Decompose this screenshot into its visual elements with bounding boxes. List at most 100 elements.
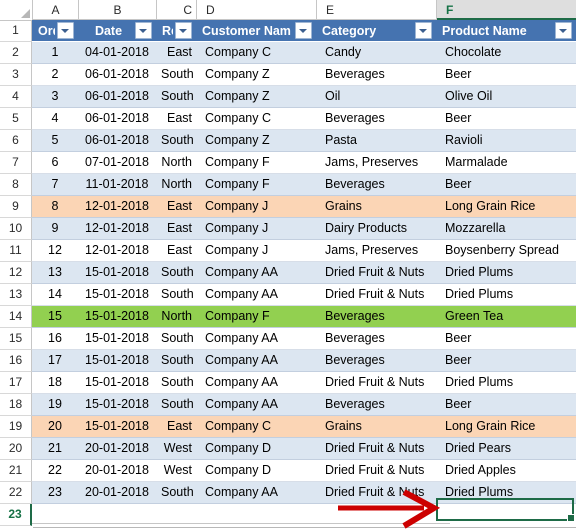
cell-category[interactable]: Dried Fruit & Nuts bbox=[316, 372, 436, 394]
table-row[interactable]: 10 9 12-01-2018 East Company J Dairy Products… bbox=[0, 218, 576, 240]
cell-region[interactable]: East bbox=[156, 240, 196, 262]
cell-region[interactable]: South bbox=[156, 130, 196, 152]
cell-date[interactable]: 06-01-2018 bbox=[78, 86, 156, 108]
row-header-15[interactable]: 15 bbox=[0, 328, 32, 350]
cell-order[interactable]: 23 bbox=[32, 482, 78, 504]
cell-region[interactable]: East bbox=[156, 196, 196, 218]
cell-order[interactable]: 19 bbox=[32, 394, 78, 416]
filter-dropdown-icon-customer-name[interactable] bbox=[295, 22, 312, 39]
table-row[interactable]: 16 17 15-01-2018 South Company AA Beverages Be… bbox=[0, 350, 576, 372]
cell-date[interactable]: 07-01-2018 bbox=[78, 152, 156, 174]
cell-region[interactable]: South bbox=[156, 64, 196, 86]
cell-region[interactable]: South bbox=[156, 262, 196, 284]
row-header-11[interactable]: 11 bbox=[0, 240, 32, 262]
cell-order[interactable]: 16 bbox=[32, 328, 78, 350]
cell-date[interactable]: 12-01-2018 bbox=[78, 218, 156, 240]
cell-product-name[interactable]: Long Grain Rice bbox=[436, 416, 576, 438]
cell-region[interactable]: South bbox=[156, 284, 196, 306]
cell-customer-name[interactable]: Company Z bbox=[196, 130, 316, 152]
cell-product-name[interactable] bbox=[436, 504, 576, 526]
cell-order[interactable]: 18 bbox=[32, 372, 78, 394]
cell-region[interactable]: South bbox=[156, 350, 196, 372]
cell-product-name[interactable]: Beer bbox=[436, 328, 576, 350]
cell-customer-name[interactable]: Company C bbox=[196, 42, 316, 64]
cell-product-name[interactable]: Beer bbox=[436, 350, 576, 372]
column-header-e[interactable]: E bbox=[317, 0, 437, 20]
cell-customer-name[interactable]: Company F bbox=[196, 306, 316, 328]
table-row[interactable]: 8 7 11-01-2018 North Company F Beverages Beer bbox=[0, 174, 576, 196]
cell-order[interactable]: 6 bbox=[32, 152, 78, 174]
table-row[interactable]: 20 21 20-01-2018 West Company D Dried Fruit &… bbox=[0, 438, 576, 460]
table-row[interactable]: 3 2 06-01-2018 South Company Z Beverages Beer bbox=[0, 64, 576, 86]
row-header-3[interactable]: 3 bbox=[0, 64, 32, 86]
cell-date[interactable]: 20-01-2018 bbox=[78, 438, 156, 460]
cell-region[interactable]: North bbox=[156, 152, 196, 174]
row-header-2[interactable]: 2 bbox=[0, 42, 32, 64]
cell-customer-name[interactable]: Company AA bbox=[196, 262, 316, 284]
cell-product-name[interactable]: Dried Plums bbox=[436, 482, 576, 504]
row-header-7[interactable]: 7 bbox=[0, 152, 32, 174]
cell-order[interactable]: 13 bbox=[32, 262, 78, 284]
table-row[interactable]: 12 13 15-01-2018 South Company AA Dried Fruit… bbox=[0, 262, 576, 284]
cell-category[interactable]: Dried Fruit & Nuts bbox=[316, 460, 436, 482]
cell-product-name[interactable]: Marmalade bbox=[436, 152, 576, 174]
filter-dropdown-icon-order[interactable] bbox=[57, 22, 74, 39]
row-header-1[interactable]: 1 bbox=[0, 20, 32, 42]
cell-order[interactable]: 21 bbox=[32, 438, 78, 460]
table-row[interactable]: 17 18 15-01-2018 South Company AA Dried Fruit… bbox=[0, 372, 576, 394]
cell-region[interactable]: West bbox=[156, 438, 196, 460]
cell-order[interactable]: 1 bbox=[32, 42, 78, 64]
cell-date[interactable]: 15-01-2018 bbox=[78, 416, 156, 438]
table-row[interactable]: 13 14 15-01-2018 South Company AA Dried Fruit… bbox=[0, 284, 576, 306]
cell-date[interactable]: 15-01-2018 bbox=[78, 284, 156, 306]
row-header-5[interactable]: 5 bbox=[0, 108, 32, 130]
cell-region[interactable]: South bbox=[156, 86, 196, 108]
cell-category[interactable]: Oil bbox=[316, 86, 436, 108]
cell-product-name[interactable]: Beer bbox=[436, 394, 576, 416]
filter-dropdown-icon-category[interactable] bbox=[415, 22, 432, 39]
cell-region[interactable]: South bbox=[156, 482, 196, 504]
cell-region[interactable]: East bbox=[156, 416, 196, 438]
cell-customer-name[interactable]: Company J bbox=[196, 196, 316, 218]
cell-category[interactable]: Dried Fruit & Nuts bbox=[316, 482, 436, 504]
cell-order[interactable]: 4 bbox=[32, 108, 78, 130]
cell-date[interactable]: 15-01-2018 bbox=[78, 394, 156, 416]
table-row[interactable]: 4 3 06-01-2018 South Company Z Oil Olive Oil bbox=[0, 86, 576, 108]
cell-date[interactable]: 12-01-2018 bbox=[78, 196, 156, 218]
cell-category[interactable]: Pasta bbox=[316, 130, 436, 152]
cell-order[interactable]: 20 bbox=[32, 416, 78, 438]
row-header-19[interactable]: 19 bbox=[0, 416, 32, 438]
cell-customer-name[interactable]: Company Z bbox=[196, 64, 316, 86]
cell-customer-name[interactable]: Company D bbox=[196, 438, 316, 460]
cell-region[interactable]: South bbox=[156, 372, 196, 394]
cell-customer-name[interactable]: Company Z bbox=[196, 86, 316, 108]
column-header-c[interactable]: C bbox=[157, 0, 197, 20]
table-row[interactable]: 2 1 04-01-2018 East Company C Candy Chocolate bbox=[0, 42, 576, 64]
table-row[interactable]: 11 12 12-01-2018 East Company J Jams, Preserv… bbox=[0, 240, 576, 262]
cell-customer-name[interactable]: Company J bbox=[196, 218, 316, 240]
row-header-16[interactable]: 16 bbox=[0, 350, 32, 372]
cell-region[interactable]: North bbox=[156, 174, 196, 196]
cell-date[interactable]: 06-01-2018 bbox=[78, 64, 156, 86]
cell-date[interactable]: 20-01-2018 bbox=[78, 482, 156, 504]
row-header-18[interactable]: 18 bbox=[0, 394, 32, 416]
cell-date[interactable]: 15-01-2018 bbox=[78, 262, 156, 284]
column-header-d[interactable]: D bbox=[197, 0, 317, 20]
cell-date[interactable]: 15-01-2018 bbox=[78, 372, 156, 394]
cell-customer-name[interactable]: Company C bbox=[196, 416, 316, 438]
cell-product-name[interactable]: Long Grain Rice bbox=[436, 196, 576, 218]
cell-order[interactable]: 3 bbox=[32, 86, 78, 108]
table-row[interactable]: 7 6 07-01-2018 North Company F Jams, Preserve… bbox=[0, 152, 576, 174]
table-row[interactable]: 14 15 15-01-2018 North Company F Beverages Gre… bbox=[0, 306, 576, 328]
cell-date[interactable]: 20-01-2018 bbox=[78, 460, 156, 482]
cell-category[interactable]: Beverages bbox=[316, 328, 436, 350]
cell-order[interactable]: 9 bbox=[32, 218, 78, 240]
cell-product-name[interactable]: Chocolate bbox=[436, 42, 576, 64]
row-header-13[interactable]: 13 bbox=[0, 284, 32, 306]
cell-product-name[interactable]: Olive Oil bbox=[436, 86, 576, 108]
cell-product-name[interactable]: Dried Plums bbox=[436, 372, 576, 394]
cell-category[interactable]: Grains bbox=[316, 196, 436, 218]
cell-category[interactable]: Dairy Products bbox=[316, 218, 436, 240]
cell-order[interactable]: 14 bbox=[32, 284, 78, 306]
cell-category[interactable]: Dried Fruit & Nuts bbox=[316, 438, 436, 460]
